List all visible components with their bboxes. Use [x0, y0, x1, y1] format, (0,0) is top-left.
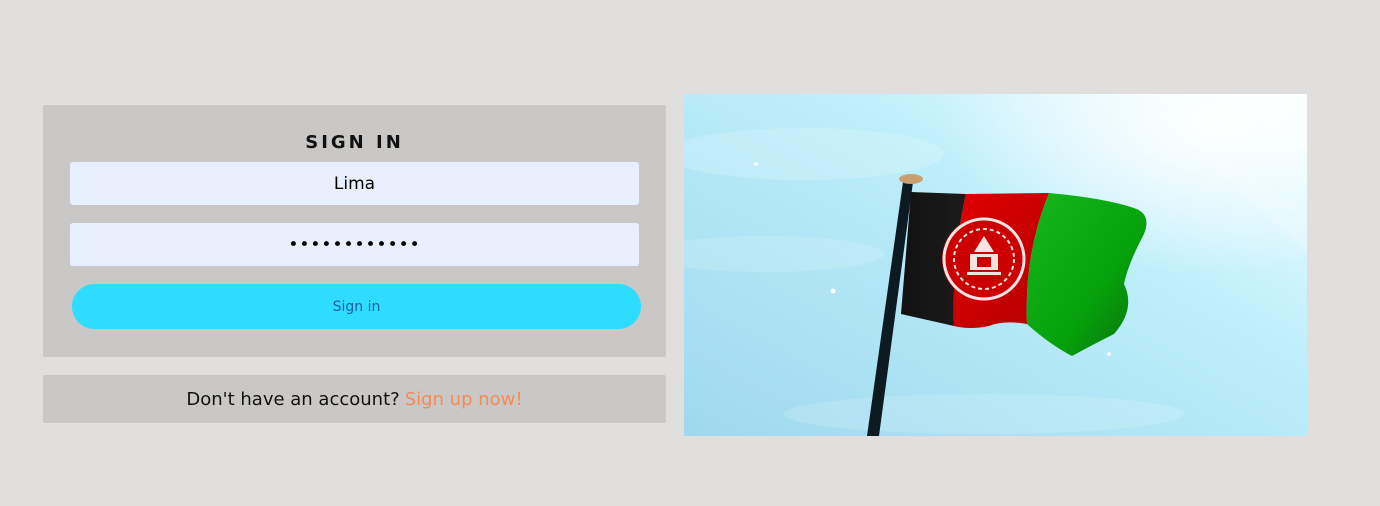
username-input[interactable] [70, 162, 639, 205]
sign-up-card: Don't have an account? Sign up now! [43, 375, 666, 423]
sign-up-link[interactable]: Sign up now! [405, 389, 523, 410]
sign-in-card: SIGN IN Sign in [43, 105, 666, 357]
sign-in-title: SIGN IN [305, 132, 404, 153]
password-input[interactable] [70, 223, 639, 266]
sign-in-button[interactable]: Sign in [72, 284, 641, 329]
afghanistan-flag-icon [684, 94, 1307, 436]
flag-image [684, 94, 1307, 436]
sign-up-prompt: Don't have an account? [186, 388, 400, 410]
